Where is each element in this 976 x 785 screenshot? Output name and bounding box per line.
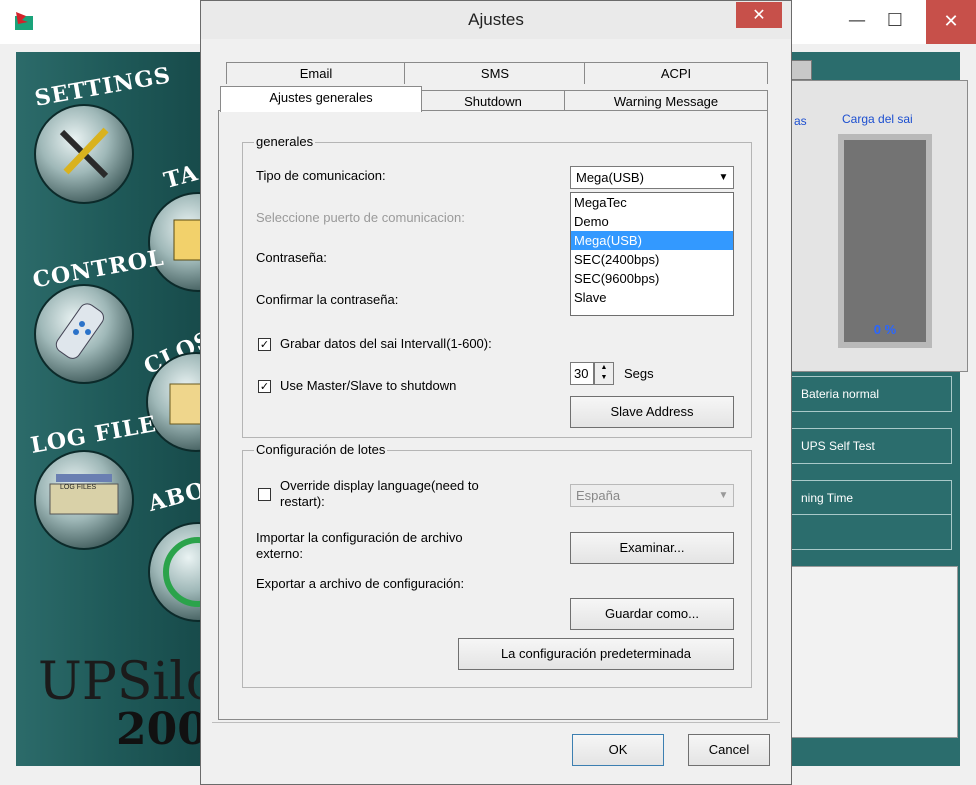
option-slave[interactable]: Slave <box>571 288 733 307</box>
load-percent: 0 % <box>873 322 897 337</box>
battery-status-box: Bateria normal <box>790 376 952 412</box>
override-language-label-line1: Override display language(need to <box>280 478 479 493</box>
wrench-screwdriver-icon <box>59 127 109 179</box>
chevron-down-icon[interactable]: ▼ <box>715 168 732 187</box>
override-language-label-line2: restart): <box>280 494 325 509</box>
tab-shutdown[interactable]: Shutdown <box>420 90 566 112</box>
option-megatec[interactable]: MegaTec <box>571 193 733 212</box>
option-sec-9600[interactable]: SEC(9600bps) <box>571 269 733 288</box>
tab-sms[interactable]: SMS <box>404 62 586 84</box>
app-icon <box>15 12 33 30</box>
file-drawer-icon <box>49 474 119 515</box>
remaining-time-value <box>790 514 952 550</box>
language-select: España ▼ <box>570 484 734 507</box>
footer-separator <box>212 722 780 723</box>
save-as-button[interactable]: Guardar como... <box>570 598 734 630</box>
browse-button[interactable]: Examinar... <box>570 532 734 564</box>
about-menu-label[interactable]: ABO <box>146 477 206 517</box>
main-close-button[interactable]: ✕ <box>926 0 976 44</box>
import-label-line1: Importar la configuración de archivo <box>256 530 463 545</box>
status-log-area <box>790 566 958 738</box>
status-label-partial: as <box>794 114 807 128</box>
dialog-close-button[interactable]: ✕ <box>736 2 782 28</box>
dialog-title: Ajustes <box>201 1 791 39</box>
control-icon[interactable] <box>34 284 134 384</box>
language-value: España <box>576 488 621 503</box>
log-file-icon[interactable] <box>34 450 134 550</box>
option-sec-2400[interactable]: SEC(2400bps) <box>571 250 733 269</box>
tab-warning-message[interactable]: Warning Message <box>564 90 768 112</box>
remaining-time-box: ning Time <box>790 480 952 516</box>
minimize-button[interactable]: — <box>842 6 872 36</box>
record-data-checkbox[interactable]: ✓ <box>258 338 271 351</box>
port-label: Seleccione puerto de comunicacion: <box>256 210 465 225</box>
import-label-line2: externo: <box>256 546 303 561</box>
communication-type-label: Tipo de comunicacion: <box>256 168 386 183</box>
ok-button[interactable]: OK <box>572 734 664 766</box>
master-slave-checkbox[interactable]: ✓ <box>258 380 271 393</box>
task-menu-label[interactable]: TA <box>161 160 201 194</box>
load-gauge <box>838 134 932 348</box>
interval-unit-label: Segs <box>624 366 654 381</box>
communication-type-dropdown[interactable]: MegaTec Demo Mega(USB) SEC(2400bps) SEC(… <box>570 192 734 316</box>
communication-type-select[interactable]: Mega(USB) ▼ <box>570 166 734 189</box>
maximize-button[interactable]: ☐ <box>880 6 910 36</box>
default-config-button[interactable]: La configuración predeterminada <box>458 638 734 670</box>
generales-group-title: generales <box>254 134 316 149</box>
self-test-box: UPS Self Test <box>790 428 952 464</box>
confirm-password-label: Confirmar la contraseña: <box>256 292 399 307</box>
slave-address-button[interactable]: Slave Address <box>570 396 734 428</box>
password-label: Contraseña: <box>256 250 327 265</box>
tab-acpi[interactable]: ACPI <box>584 62 768 84</box>
option-demo[interactable]: Demo <box>571 212 733 231</box>
chevron-down-icon: ▼ <box>718 490 729 501</box>
settings-menu-label[interactable]: SETTINGS <box>33 62 173 112</box>
master-slave-label: Use Master/Slave to shutdown <box>280 378 457 393</box>
tab-ajustes-generales[interactable]: Ajustes generales <box>220 86 422 112</box>
chevron-down-icon[interactable]: ▼ <box>595 373 613 383</box>
lotes-group-title: Configuración de lotes <box>254 442 388 457</box>
option-mega-usb[interactable]: Mega(USB) <box>571 231 733 250</box>
calendar-icon <box>173 219 203 261</box>
log-files-tag: LOG FILES <box>60 484 97 491</box>
interval-stepper[interactable]: ▲ ▼ <box>594 362 614 385</box>
load-label: Carga del sai <box>842 112 913 126</box>
brand-version: 200 <box>116 704 206 755</box>
settings-icon[interactable] <box>34 104 134 204</box>
help-icon <box>163 537 206 607</box>
export-label: Exportar a archivo de configuración: <box>256 576 465 591</box>
interval-input[interactable]: 30 <box>570 362 594 385</box>
brand-name: UPSilo <box>38 652 206 712</box>
chevron-up-icon[interactable]: ▲ <box>595 363 613 373</box>
status-tab[interactable] <box>790 60 812 80</box>
record-data-label: Grabar datos del sai Intervall(1-600): <box>280 336 492 351</box>
task-icon[interactable] <box>148 192 206 292</box>
remote-control-icon <box>55 303 104 359</box>
tab-email[interactable]: Email <box>226 62 406 84</box>
override-language-checkbox[interactable] <box>258 488 271 501</box>
main-menu-panel: SETTINGS TA CONTROL CLOS LOG FILE LOG FI… <box>16 52 206 766</box>
communication-type-value: Mega(USB) <box>576 170 644 185</box>
cancel-button[interactable]: Cancel <box>688 734 770 766</box>
about-icon[interactable] <box>148 522 206 622</box>
